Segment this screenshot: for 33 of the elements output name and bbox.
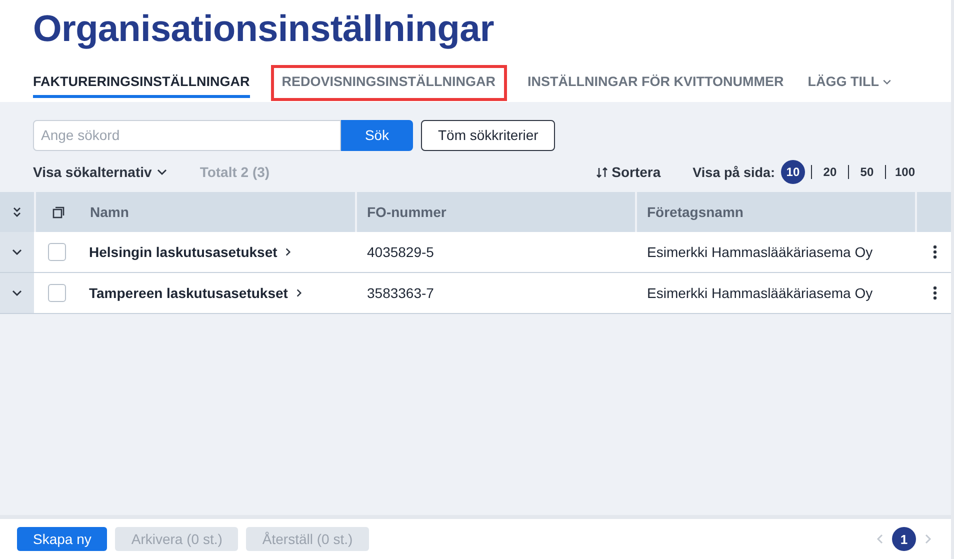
column-header: FO-nummer xyxy=(355,192,635,232)
search-button[interactable]: Sök xyxy=(341,120,413,150)
tab[interactable]: LÄGG TILL xyxy=(808,68,892,98)
page-button[interactable]: 1 xyxy=(892,527,916,551)
more-icon[interactable] xyxy=(932,245,936,259)
search-field[interactable]: Ange sökord xyxy=(33,120,341,150)
page-size-option[interactable]: 100 xyxy=(892,160,918,184)
page-size-option[interactable]: 20 xyxy=(818,160,842,184)
table-cell: Esimerkki Hammaslääkäriasema Oy xyxy=(635,273,915,314)
chevron-right-icon xyxy=(283,247,294,257)
table-cell: 3583363-7 xyxy=(355,273,635,314)
clear-button[interactable]: Töm sökkriterier xyxy=(421,120,556,150)
page-size-option[interactable]: 50 xyxy=(854,160,879,184)
page-size-label: Visa på sida: xyxy=(692,164,775,180)
sort-button[interactable]: Sortera xyxy=(594,164,661,180)
more-icon[interactable] xyxy=(932,286,936,300)
column-header: Namn xyxy=(80,192,355,232)
page-title: Organisationsinställningar xyxy=(32,7,495,51)
tab[interactable]: INSTÄLLNINGAR FÖR KVITTONUMMER xyxy=(528,68,784,98)
row-checkbox[interactable] xyxy=(48,243,66,261)
footer-button[interactable]: Skapa ny xyxy=(17,527,108,551)
search-options-toggle[interactable]: Visa sökalternativ xyxy=(33,164,168,180)
tab[interactable]: FAKTURERINGSINSTÄLLNINGAR xyxy=(33,68,250,98)
table-cell: 4035829-5 xyxy=(355,232,635,273)
sort-icon xyxy=(594,165,609,179)
expand-all-icon[interactable] xyxy=(11,206,23,218)
row-checkbox[interactable] xyxy=(48,284,66,302)
total-count: Totalt 2 (3) xyxy=(200,164,270,180)
column-header: Företagsnamn xyxy=(635,192,915,232)
tab[interactable]: REDOVISNINGSINSTÄLLNINGAR xyxy=(274,68,504,98)
table-cell: Esimerkki Hammaslääkäriasema Oy xyxy=(635,232,915,273)
copy-icon[interactable] xyxy=(52,206,64,218)
page-size-option[interactable]: 10 xyxy=(780,160,805,184)
